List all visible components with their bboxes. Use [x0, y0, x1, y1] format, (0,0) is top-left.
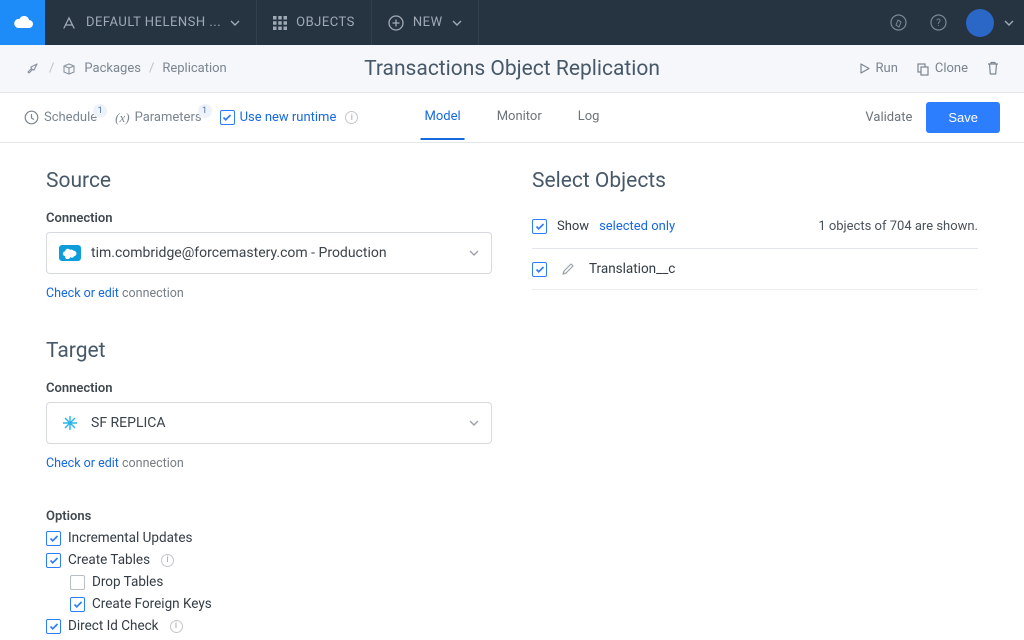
object-row[interactable]: Translation__c: [532, 249, 978, 290]
clock-icon: [24, 110, 39, 125]
nav-objects[interactable]: OBJECTS: [257, 0, 372, 45]
parameters-badge: 1: [198, 104, 212, 118]
top-nav: DEFAULT HELENSH ... OBJECTS NEW ?: [0, 0, 1024, 45]
nav-new-label: NEW: [413, 15, 443, 30]
delete-button[interactable]: [986, 61, 1000, 76]
subheader-actions: Run Clone: [858, 61, 1000, 76]
workspace-label: DEFAULT HELENSH ...: [86, 15, 221, 30]
run-button[interactable]: Run: [858, 61, 898, 76]
breadcrumb-packages[interactable]: Packages: [84, 61, 141, 76]
checkbox-icon: [46, 553, 61, 568]
objects-filter-row: Show selected only 1 objects of 704 are …: [532, 211, 978, 249]
info-icon[interactable]: i: [170, 620, 183, 633]
checkbox-icon: [46, 531, 61, 546]
page-title: Transactions Object Replication: [364, 57, 660, 81]
user-menu-chevron[interactable]: [998, 0, 1024, 45]
use-new-runtime-toggle[interactable]: Use new runtime i: [220, 110, 359, 125]
pencil-icon: [561, 262, 575, 276]
clone-button[interactable]: Clone: [916, 61, 968, 76]
left-column: Source Connection tim.combridge@forcemas…: [46, 169, 492, 640]
checkbox-icon: [70, 575, 85, 590]
edit-object-button[interactable]: [561, 262, 575, 276]
parameters-button[interactable]: (x) Parameters 1: [115, 110, 201, 126]
schedule-button[interactable]: Schedule 1: [24, 110, 97, 125]
source-heading: Source: [46, 169, 492, 193]
breadcrumb-current: Replication: [162, 61, 226, 76]
package-icon: [62, 62, 76, 76]
help-button[interactable]: ?: [918, 0, 958, 45]
snowflake-icon: [59, 415, 81, 431]
breadcrumb: / Packages / Replication: [24, 60, 227, 77]
option-direct-id-check[interactable]: Direct Id Check i: [46, 618, 492, 634]
explore-button[interactable]: [878, 0, 918, 45]
object-checkbox[interactable]: [532, 262, 547, 277]
app-logo[interactable]: [0, 0, 45, 45]
main-content: Source Connection tim.combridge@forcemas…: [0, 143, 1024, 640]
objects-count: 1 objects of 704 are shown.: [818, 219, 978, 234]
tab-monitor[interactable]: Monitor: [493, 95, 546, 140]
object-name: Translation__c: [589, 261, 675, 277]
option-drop-tables[interactable]: Drop Tables: [70, 574, 492, 590]
tab-model[interactable]: Model: [421, 95, 465, 140]
show-selected-checkbox[interactable]: [532, 219, 547, 234]
tab-log[interactable]: Log: [574, 95, 604, 140]
option-incremental-updates[interactable]: Incremental Updates: [46, 530, 492, 546]
help-icon: ?: [930, 14, 947, 31]
fx-icon: (x): [115, 110, 129, 126]
source-connection-value: tim.combridge@forcemastery.com - Product…: [91, 245, 387, 261]
save-button[interactable]: Save: [926, 102, 1000, 133]
workspace-icon: [61, 15, 77, 31]
chevron-down-icon: [469, 420, 479, 426]
target-connection-value: SF REPLICA: [91, 415, 166, 431]
chevron-down-icon: [452, 20, 462, 26]
avatar: [966, 9, 994, 37]
toolbar: Schedule 1 (x) Parameters 1 Use new runt…: [0, 93, 1024, 143]
play-icon: [858, 62, 871, 75]
target-heading: Target: [46, 339, 492, 363]
salesforce-icon: [59, 245, 81, 261]
checkbox-icon: [70, 597, 85, 612]
chevron-down-icon: [230, 20, 240, 26]
option-create-tables[interactable]: Create Tables i: [46, 552, 492, 568]
info-icon[interactable]: i: [161, 554, 174, 567]
compass-icon: [890, 14, 907, 31]
select-objects-heading: Select Objects: [532, 169, 978, 193]
info-icon[interactable]: i: [345, 111, 358, 124]
tabs: Model Monitor Log: [421, 95, 604, 140]
workspace-selector[interactable]: DEFAULT HELENSH ...: [45, 0, 257, 45]
plus-circle-icon: [388, 15, 404, 31]
pin-icon[interactable]: [24, 60, 41, 77]
subheader: / Packages / Replication Transactions Ob…: [0, 45, 1024, 93]
trash-icon: [986, 61, 1000, 76]
target-connection-label: Connection: [46, 381, 492, 396]
schedule-badge: 1: [93, 104, 107, 118]
nav-new[interactable]: NEW: [372, 0, 479, 45]
source-connection-label: Connection: [46, 211, 492, 226]
source-check-edit-link[interactable]: Check or edit: [46, 286, 119, 301]
target-connection-select[interactable]: SF REPLICA: [46, 402, 492, 444]
options-heading: Options: [46, 509, 492, 524]
svg-text:?: ?: [936, 18, 941, 29]
validate-button[interactable]: Validate: [865, 110, 912, 125]
copy-icon: [916, 62, 930, 76]
option-create-foreign-keys[interactable]: Create Foreign Keys: [70, 596, 492, 612]
nav-objects-label: OBJECTS: [296, 15, 355, 30]
grid-icon: [273, 16, 287, 30]
chevron-down-icon: [469, 250, 479, 256]
target-check-edit-link[interactable]: Check or edit: [46, 456, 119, 471]
right-column: Select Objects Show selected only 1 obje…: [532, 169, 978, 640]
chevron-down-icon: [1004, 20, 1014, 26]
show-label: Show: [557, 219, 589, 234]
checkbox-icon: [220, 110, 235, 125]
selected-only-link[interactable]: selected only: [599, 219, 675, 234]
cloud-icon: [12, 15, 34, 31]
source-connection-select[interactable]: tim.combridge@forcemastery.com - Product…: [46, 232, 492, 274]
user-menu[interactable]: [958, 0, 998, 45]
checkbox-icon: [46, 619, 61, 634]
